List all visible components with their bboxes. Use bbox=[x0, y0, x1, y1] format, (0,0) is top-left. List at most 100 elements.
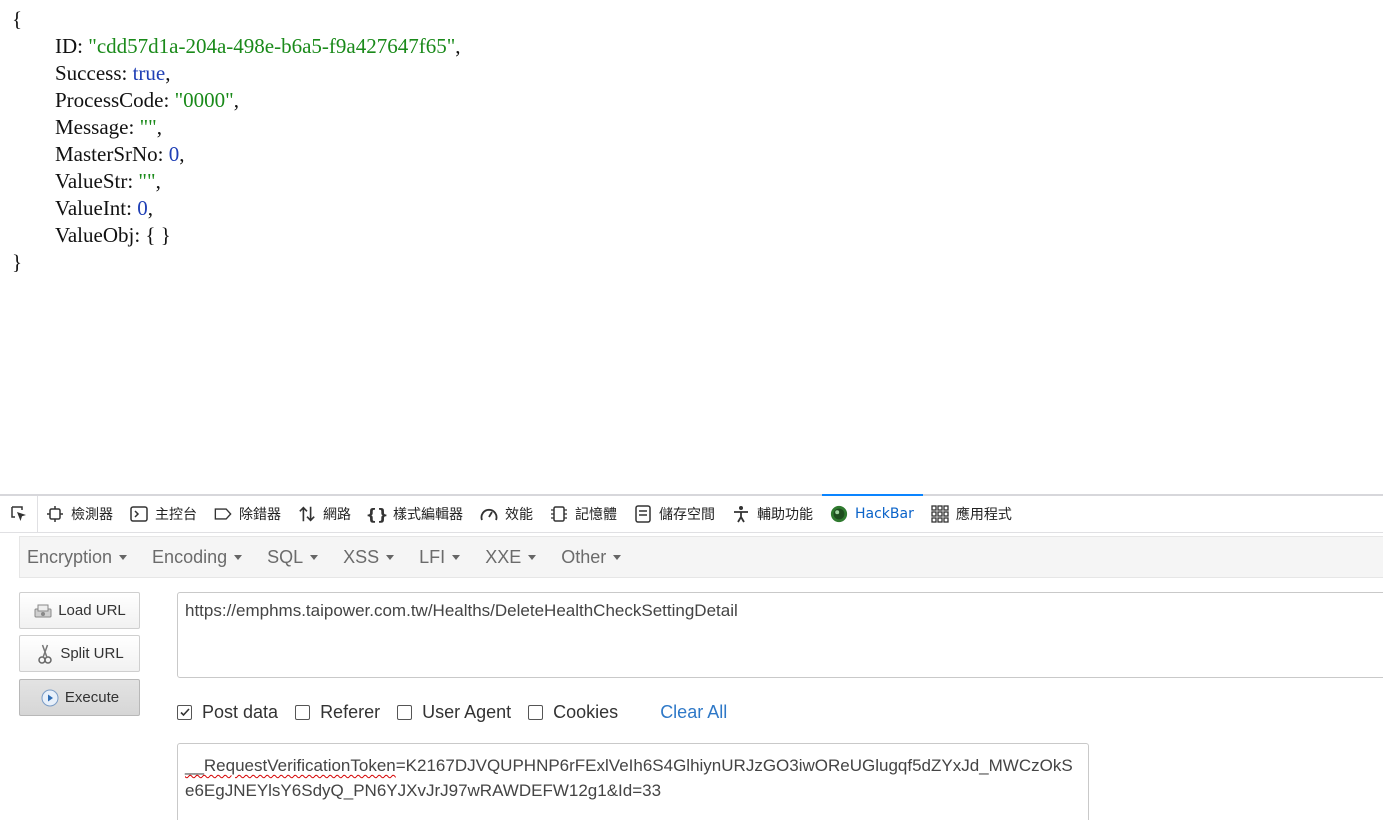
json-comma: , bbox=[233, 88, 239, 112]
json-key: ValueObj bbox=[55, 223, 135, 247]
menu-encoding[interactable]: Encoding bbox=[152, 546, 243, 568]
json-key: Success bbox=[55, 61, 122, 85]
option-label: Cookies bbox=[553, 701, 619, 722]
json-colon: : bbox=[163, 88, 175, 112]
option-label: User Agent bbox=[422, 701, 512, 722]
menu-label: XSS bbox=[343, 546, 380, 567]
load-url-icon bbox=[33, 602, 53, 620]
tab-label: 輔助功能 bbox=[757, 507, 813, 523]
referer-checkbox[interactable]: Referer bbox=[295, 702, 380, 723]
tab-label: 網路 bbox=[323, 507, 351, 523]
checkbox-checked-icon bbox=[177, 704, 192, 720]
hackbar-icon bbox=[830, 505, 848, 523]
style-editor-icon: {} bbox=[365, 504, 389, 524]
chevron-down-icon bbox=[234, 554, 243, 560]
json-comma: , bbox=[179, 142, 185, 166]
scissors-icon bbox=[35, 644, 55, 664]
json-value: "cdd57d1a-204a-498e-b6a5-f9a427647f65" bbox=[88, 34, 456, 58]
json-open-brace: { bbox=[12, 7, 23, 31]
json-colon: : bbox=[127, 169, 139, 193]
json-field-line: Success: true, bbox=[12, 60, 461, 87]
tab-performance[interactable]: 效能 bbox=[472, 496, 542, 532]
tab-accessibility[interactable]: 輔助功能 bbox=[724, 496, 822, 532]
tab-console[interactable]: 主控台 bbox=[122, 496, 206, 532]
accessibility-icon bbox=[732, 505, 750, 523]
chevron-down-icon bbox=[386, 554, 395, 560]
option-label: Post data bbox=[202, 701, 279, 722]
tab-label: 記憶體 bbox=[575, 507, 617, 523]
json-field-line: Message: "", bbox=[12, 114, 461, 141]
console-icon bbox=[130, 505, 148, 523]
devtools-toolbar: 檢測器 主控台 除錯器 網路 {} 樣式編輯器 效能 記憶體 儲存空間 輔助功能… bbox=[0, 494, 1383, 533]
tab-inspector[interactable]: 檢測器 bbox=[38, 496, 122, 532]
tab-label: 除錯器 bbox=[239, 507, 281, 523]
json-field-line: ValueInt: 0, bbox=[12, 195, 461, 222]
cookies-checkbox[interactable]: Cookies bbox=[528, 702, 618, 723]
json-key: ProcessCode bbox=[55, 88, 164, 112]
json-value: "" bbox=[139, 115, 157, 139]
play-icon bbox=[40, 689, 60, 707]
json-key: MasterSrNo bbox=[55, 142, 158, 166]
menu-lfi[interactable]: LFI bbox=[419, 547, 461, 568]
json-value: 0 bbox=[137, 196, 148, 220]
chevron-down-icon bbox=[452, 554, 461, 560]
json-field-line: ValueObj: { } bbox=[12, 222, 461, 249]
button-label: Load URL bbox=[58, 602, 126, 619]
json-comma: , bbox=[147, 196, 153, 220]
devtools-panel: 檢測器 主控台 除錯器 網路 {} 樣式編輯器 效能 記憶體 儲存空間 輔助功能… bbox=[0, 494, 1383, 820]
tab-style-editor[interactable]: {} 樣式編輯器 bbox=[360, 496, 472, 532]
tab-memory[interactable]: 記憶體 bbox=[542, 496, 626, 532]
chevron-down-icon bbox=[528, 554, 537, 560]
split-url-button[interactable]: Split URL bbox=[19, 635, 140, 672]
tab-application[interactable]: 應用程式 bbox=[923, 496, 1021, 532]
url-input[interactable]: https://emphms.taipower.com.tw/Healths/D… bbox=[177, 592, 1383, 678]
checkbox-icon bbox=[528, 704, 544, 720]
clear-all-link[interactable]: Clear All bbox=[660, 702, 727, 723]
json-comma: , bbox=[155, 169, 161, 193]
menu-label: Encoding bbox=[152, 546, 228, 567]
tab-storage[interactable]: 儲存空間 bbox=[626, 496, 724, 532]
json-key: Message bbox=[55, 115, 129, 139]
json-value: { } bbox=[145, 223, 171, 247]
chevron-down-icon bbox=[310, 554, 319, 560]
load-url-button[interactable]: Load URL bbox=[19, 592, 140, 629]
menu-label: Encryption bbox=[27, 546, 113, 567]
json-key: ID bbox=[55, 34, 78, 58]
post-data-input[interactable]: __RequestVerificationToken=K2167DJVQUPHN… bbox=[177, 743, 1089, 820]
json-field-line: ID: "cdd57d1a-204a-498e-b6a5-f9a427647f6… bbox=[12, 33, 461, 60]
json-key: ValueStr bbox=[55, 169, 128, 193]
json-comma: , bbox=[455, 34, 461, 58]
json-colon: : bbox=[157, 142, 169, 166]
json-value: "0000" bbox=[174, 88, 234, 112]
json-colon: : bbox=[77, 34, 89, 58]
execute-button[interactable]: Execute bbox=[19, 679, 140, 716]
post-data-token-name: __RequestVerificationToken bbox=[185, 756, 396, 775]
tab-debugger[interactable]: 除錯器 bbox=[206, 496, 290, 532]
button-label: Execute bbox=[64, 689, 120, 706]
tab-hackbar[interactable]: HackBar bbox=[822, 494, 923, 532]
user-agent-checkbox[interactable]: User Agent bbox=[397, 702, 511, 723]
tab-label: 主控台 bbox=[155, 507, 197, 523]
menu-label: SQL bbox=[267, 546, 304, 567]
json-field-line: MasterSrNo: 0, bbox=[12, 141, 461, 168]
application-icon bbox=[931, 505, 949, 523]
checkbox-icon bbox=[397, 704, 413, 720]
menu-xss[interactable]: XSS bbox=[343, 546, 395, 568]
option-label: Referer bbox=[320, 701, 381, 722]
menu-other[interactable]: Other bbox=[561, 546, 622, 568]
menu-label: Other bbox=[561, 546, 607, 567]
memory-icon bbox=[550, 505, 568, 523]
tab-label: HackBar bbox=[855, 506, 914, 522]
json-field-line: ValueStr: "", bbox=[12, 168, 461, 195]
chevron-down-icon bbox=[119, 554, 128, 560]
element-picker-icon[interactable] bbox=[0, 496, 38, 532]
menu-sql[interactable]: SQL bbox=[267, 546, 319, 568]
tab-network[interactable]: 網路 bbox=[290, 496, 360, 532]
json-close-brace: } bbox=[12, 250, 23, 274]
inspector-icon bbox=[46, 505, 64, 523]
hackbar-menubar: Encryption Encoding SQL XSS LFI XXE Othe… bbox=[19, 536, 1383, 578]
menu-encryption[interactable]: Encryption bbox=[27, 546, 128, 568]
menu-xxe[interactable]: XXE bbox=[485, 547, 537, 568]
post-data-checkbox[interactable]: Post data bbox=[177, 702, 278, 723]
json-comma: , bbox=[156, 115, 162, 139]
